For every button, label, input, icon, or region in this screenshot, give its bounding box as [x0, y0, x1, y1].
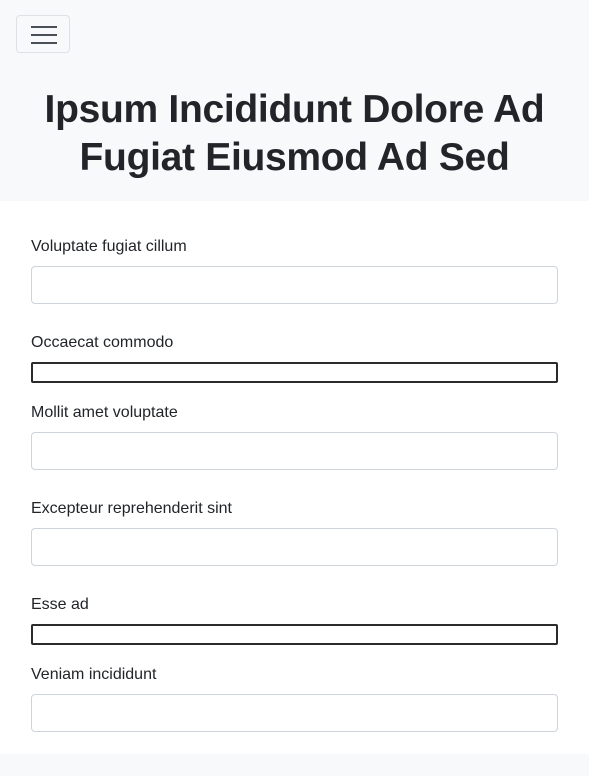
field-label-occaecat-commodo: Occaecat commodo: [31, 334, 174, 351]
voluptate-fugiat-cillum-input[interactable]: [31, 266, 558, 304]
hamburger-menu-icon: [31, 26, 57, 44]
excepteur-reprehenderit-sint-input[interactable]: [31, 528, 558, 566]
esse-ad-input[interactable]: [31, 624, 558, 645]
field-label-excepteur-reprehenderit-sint: Excepteur reprehenderit sint: [31, 500, 232, 517]
navbar: [0, 0, 589, 70]
field-label-veniam-incididunt: Veniam incididunt: [31, 666, 157, 683]
footer: [0, 754, 589, 776]
field-label-voluptate-fugiat-cillum: Voluptate fugiat cillum: [31, 238, 187, 255]
mollit-amet-voluptate-input[interactable]: [31, 432, 558, 470]
page-title: Ipsum Incididunt Dolore Ad Fugiat Eiusmo…: [44, 88, 545, 179]
field-label-mollit-amet-voluptate: Mollit amet voluptate: [31, 404, 178, 421]
occaecat-commodo-input[interactable]: [31, 362, 558, 383]
menu-toggle-button[interactable]: [16, 15, 70, 53]
main-form: Voluptate fugiat cillum Occaecat commodo…: [31, 237, 558, 761]
hero-header: Ipsum Incididunt Dolore Ad Fugiat Eiusmo…: [0, 70, 589, 201]
veniam-incididunt-input[interactable]: [31, 694, 558, 732]
field-label-esse-ad: Esse ad: [31, 596, 89, 613]
